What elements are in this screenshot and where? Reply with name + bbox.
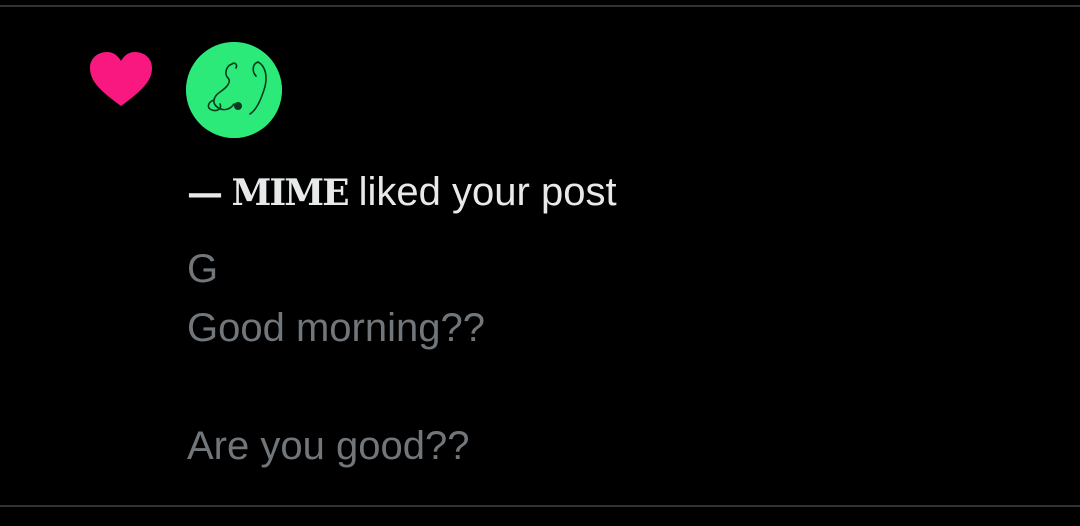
heart-icon	[90, 52, 152, 108]
avatar[interactable]	[186, 42, 282, 138]
action-text: liked your post	[358, 170, 617, 214]
post-line: Are you good??	[187, 424, 470, 468]
post-preview[interactable]: G Good morning?? Are you good??	[187, 240, 485, 476]
post-line: G	[187, 247, 219, 291]
notification-headline: — MIME liked your post	[187, 166, 617, 219]
avatar-doodle-icon	[186, 42, 282, 138]
post-line	[187, 358, 485, 417]
like-notification[interactable]: — MIME liked your post G Good morning?? …	[0, 7, 1080, 505]
bottom-divider	[0, 505, 1080, 507]
post-line: Good morning??	[187, 306, 485, 350]
user-name[interactable]: — MIME	[187, 172, 350, 214]
